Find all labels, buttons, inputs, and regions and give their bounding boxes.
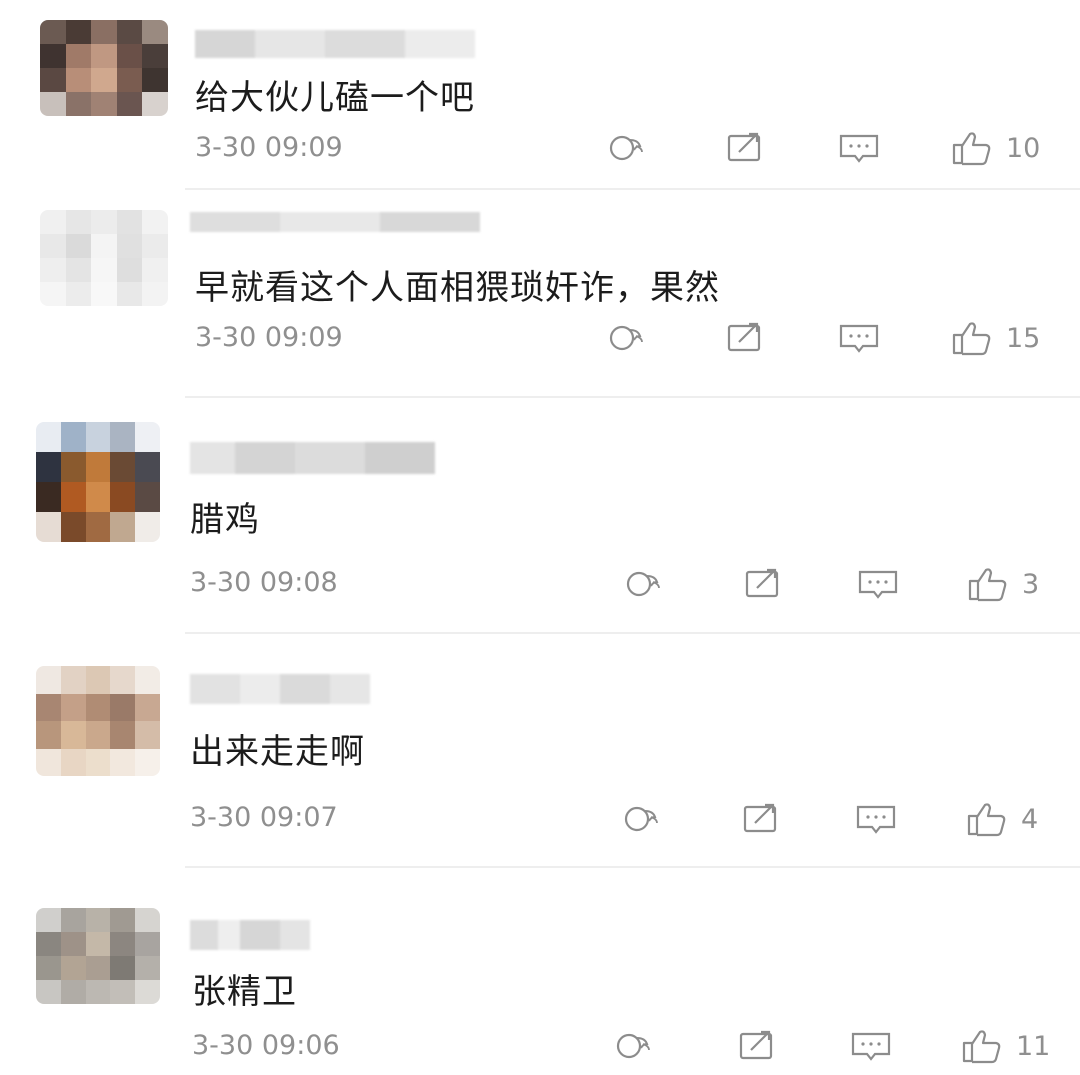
username-blurred[interactable] <box>190 442 435 474</box>
divider <box>185 632 1080 634</box>
comment-time: 3-30 09:09 <box>195 322 343 353</box>
comment-text: 腊鸡 <box>190 500 260 540</box>
comment-text: 张精卫 <box>192 972 297 1012</box>
comment-item: 腊鸡 3-30 09:08 3 <box>0 400 1080 630</box>
divider <box>185 866 1080 868</box>
comment-time: 3-30 09:07 <box>190 802 338 833</box>
like-count: 4 <box>1021 803 1039 835</box>
share-icon[interactable] <box>740 564 786 604</box>
share-icon[interactable] <box>738 799 784 839</box>
avatar[interactable] <box>36 666 160 776</box>
thumbs-up-icon <box>952 132 991 166</box>
avatar[interactable] <box>40 210 168 306</box>
comment-time: 3-30 09:08 <box>190 567 338 598</box>
comment-text: 早就看这个人面相猥琐奸诈，果然 <box>195 268 720 308</box>
comment-text: 出来走走啊 <box>190 732 365 772</box>
share-icon[interactable] <box>722 318 768 358</box>
username-blurred[interactable] <box>190 674 370 704</box>
reply-icon[interactable] <box>836 318 882 358</box>
react-bubble-icon[interactable] <box>605 318 651 358</box>
like-count: 15 <box>1006 322 1041 354</box>
thumbs-up-icon <box>962 1030 1001 1064</box>
react-bubble-icon[interactable] <box>612 1026 658 1066</box>
react-bubble-icon[interactable] <box>620 799 666 839</box>
share-icon[interactable] <box>734 1026 780 1066</box>
reply-icon[interactable] <box>836 128 882 168</box>
like-button[interactable]: 11 <box>960 1026 1050 1066</box>
reply-icon[interactable] <box>855 564 901 604</box>
username-blurred[interactable] <box>195 30 475 58</box>
username-blurred[interactable] <box>190 920 310 950</box>
like-count: 11 <box>1016 1030 1051 1062</box>
thumbs-up-icon <box>967 803 1006 837</box>
react-bubble-icon[interactable] <box>605 128 651 168</box>
comment-item: 张精卫 3-30 09:06 11 <box>0 870 1080 1075</box>
avatar[interactable] <box>36 422 160 542</box>
comment-item: 给大伙儿磕一个吧 3-30 09:09 10 <box>0 0 1080 190</box>
like-button[interactable]: 4 <box>965 799 1038 839</box>
react-bubble-icon[interactable] <box>622 564 668 604</box>
comment-item: 出来走走啊 3-30 09:07 4 <box>0 636 1080 866</box>
avatar[interactable] <box>40 20 168 116</box>
comment-time: 3-30 09:06 <box>192 1030 340 1061</box>
username-blurred[interactable] <box>190 212 480 232</box>
share-icon[interactable] <box>722 128 768 168</box>
reply-icon[interactable] <box>853 799 899 839</box>
comment-text: 给大伙儿磕一个吧 <box>195 78 475 118</box>
thumbs-up-icon <box>968 568 1007 602</box>
reply-icon[interactable] <box>848 1026 894 1066</box>
avatar[interactable] <box>36 908 160 1004</box>
comment-item: 早就看这个人面相猥琐奸诈，果然 3-30 09:09 15 <box>0 190 1080 390</box>
like-button[interactable]: 15 <box>950 318 1040 358</box>
like-count: 3 <box>1022 568 1040 600</box>
like-button[interactable]: 3 <box>966 564 1039 604</box>
comment-time: 3-30 09:09 <box>195 132 343 163</box>
like-count: 10 <box>1006 132 1041 164</box>
like-button[interactable]: 10 <box>950 128 1040 168</box>
divider <box>185 396 1080 398</box>
thumbs-up-icon <box>952 322 991 356</box>
